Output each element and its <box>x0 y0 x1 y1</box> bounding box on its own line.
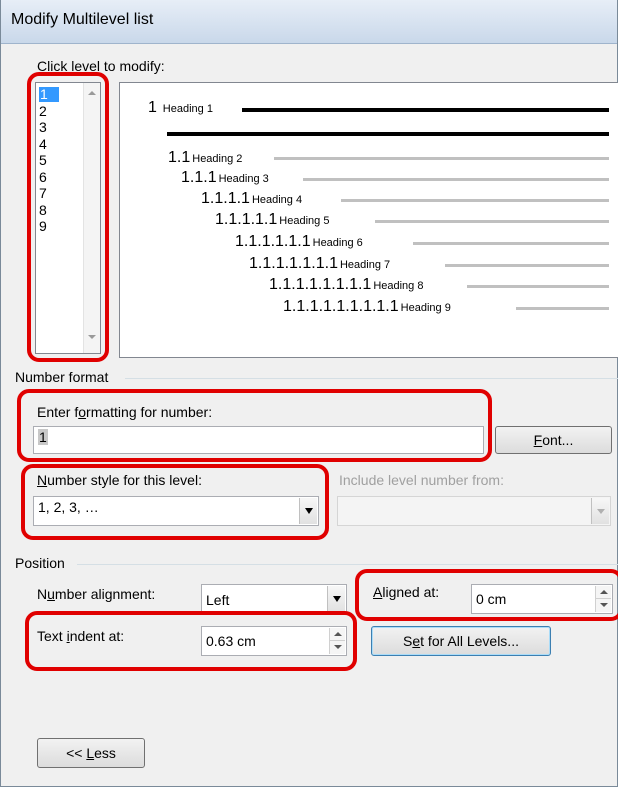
less-button[interactable]: << Less <box>37 738 145 768</box>
chevron-down-icon[interactable] <box>327 586 345 612</box>
preview-line <box>516 307 609 310</box>
preview-line <box>341 199 609 202</box>
preview-line <box>413 242 609 245</box>
preview-row-7: 1.1.1.1.1.1.1 Heading 7 <box>249 255 391 272</box>
set-for-all-levels-button[interactable]: Set for All Levels... <box>371 626 551 656</box>
level-list-label: Click level to modify: <box>37 58 165 74</box>
number-format-input[interactable]: 1 <box>33 426 484 454</box>
preview-row-3: 1.1.1 Heading 3 <box>181 169 269 186</box>
level-item[interactable]: 2 <box>39 104 59 119</box>
preview-line <box>445 264 609 267</box>
number-style-label: Number style for this level: <box>37 472 202 488</box>
preview-line <box>467 285 609 288</box>
level-item[interactable]: 3 <box>39 120 59 135</box>
preview-line <box>303 178 609 181</box>
text-indent-label: Text indent at: <box>37 628 125 644</box>
preview-line <box>167 132 609 136</box>
level-item[interactable]: 6 <box>39 170 59 185</box>
level-item[interactable]: 9 <box>39 219 59 234</box>
scroll-down-icon[interactable] <box>88 335 96 339</box>
preview-row-5: 1.1.1.1.1 Heading 5 <box>215 211 330 228</box>
title-bar[interactable]: Modify Multilevel list <box>1 0 617 44</box>
level-item[interactable]: 7 <box>39 186 59 201</box>
font-button[interactable]: Font... <box>495 426 612 454</box>
aligned-at-input[interactable]: 0 cm <box>471 584 613 614</box>
include-level-label: Include level number from: <box>339 472 504 488</box>
text-indent-spinner[interactable] <box>329 628 345 654</box>
number-alignment-label: Number alignment: <box>37 586 156 602</box>
preview-row-4: 1.1.1.1 Heading 4 <box>201 190 303 207</box>
level-preview: 1 Heading 1 1.1 Heading 2 1.1.1 Heading 3 … <box>119 82 618 358</box>
chevron-down-icon <box>591 498 609 524</box>
spin-down-icon[interactable] <box>330 641 345 654</box>
level-item[interactable]: 5 <box>39 153 59 168</box>
preview-row-2: 1.1 Heading 2 <box>168 149 243 166</box>
section-divider <box>77 564 618 565</box>
modify-multilevel-list-dialog: Modify Multilevel list Click level to mo… <box>0 0 618 787</box>
level-listbox[interactable]: 1 2 3 4 5 6 7 8 9 <box>35 82 101 354</box>
dialog-title: Modify Multilevel list <box>11 11 154 28</box>
preview-row-8: 1.1.1.1.1.1.1.1 Heading 8 <box>269 276 424 293</box>
section-divider <box>125 378 618 379</box>
preview-line <box>242 108 609 112</box>
preview-row-9: 1.1.1.1.1.1.1.1.1 Heading 9 <box>283 298 451 315</box>
spin-up-icon[interactable] <box>596 586 611 599</box>
level-item[interactable]: 4 <box>39 137 59 152</box>
level-item[interactable]: 8 <box>39 203 59 218</box>
position-section-label: Position <box>15 555 65 571</box>
preview-row-1: 1 Heading 1 <box>148 99 213 116</box>
preview-line <box>375 220 609 223</box>
text-indent-input[interactable]: 0.63 cm <box>201 626 347 656</box>
chevron-down-icon[interactable] <box>299 498 317 524</box>
aligned-at-spinner[interactable] <box>595 586 611 612</box>
spin-up-icon[interactable] <box>330 628 345 641</box>
scroll-up-icon[interactable] <box>88 91 96 95</box>
number-format-section-label: Number format <box>15 369 109 385</box>
number-alignment-select[interactable]: Left <box>201 584 347 614</box>
number-style-select[interactable]: 1, 2, 3, … <box>33 496 319 526</box>
level-list-scrollbar[interactable] <box>83 83 100 353</box>
enter-formatting-label: Enter formatting for number: <box>37 404 213 420</box>
spin-down-icon[interactable] <box>596 599 611 612</box>
level-item[interactable]: 1 <box>39 87 59 102</box>
preview-row-6: 1.1.1.1.1.1 Heading 6 <box>235 233 363 250</box>
include-level-select[interactable] <box>337 496 611 526</box>
preview-line <box>274 157 609 160</box>
aligned-at-label: Aligned at: <box>373 584 440 600</box>
